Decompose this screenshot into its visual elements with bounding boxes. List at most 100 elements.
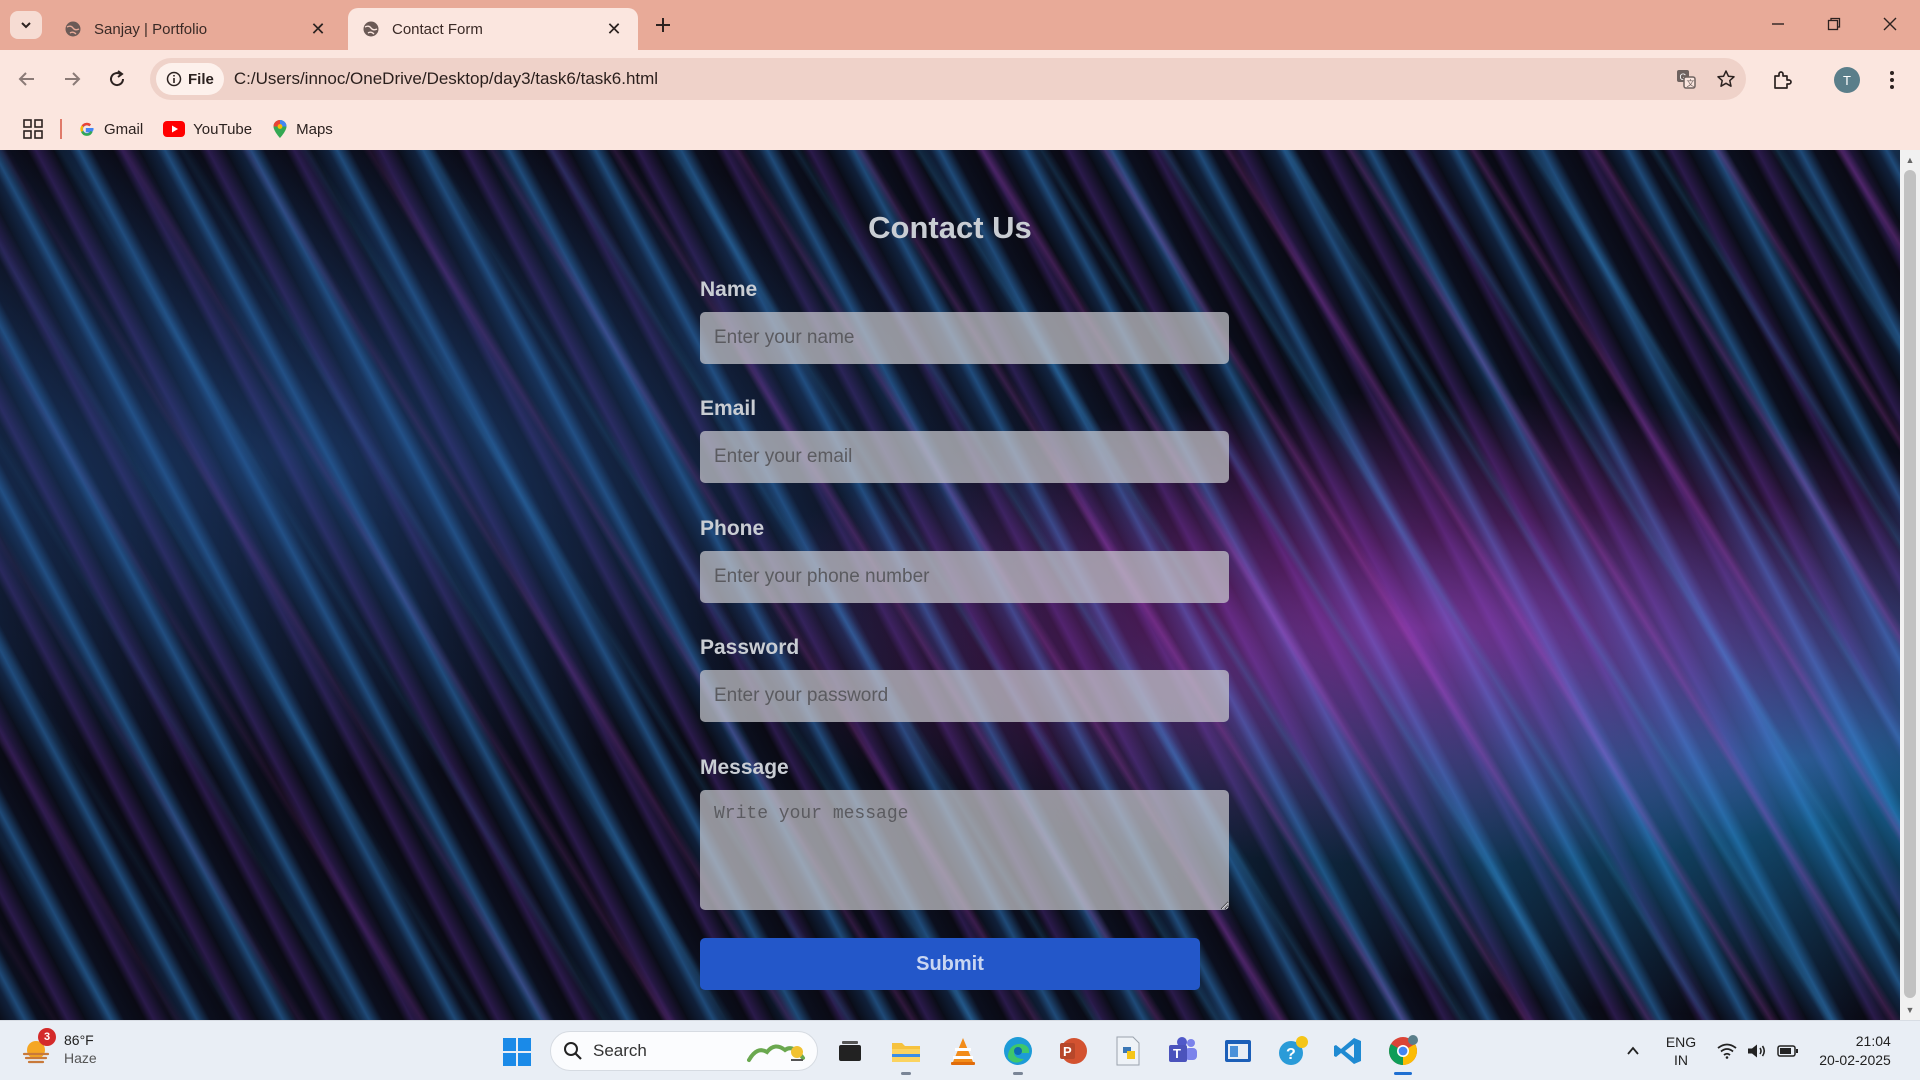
help-tips-icon[interactable]: ? (1275, 1033, 1311, 1069)
bookmark-label: YouTube (193, 120, 253, 138)
vlc-icon[interactable] (945, 1033, 981, 1069)
running-indicator (1013, 1072, 1023, 1075)
tab-title: Sanjay | Portfolio (94, 20, 208, 38)
task-view-icon[interactable] (832, 1033, 868, 1069)
vscode-icon[interactable] (1330, 1033, 1366, 1069)
svg-text:文: 文 (1687, 78, 1695, 88)
tab-search-button[interactable] (10, 11, 42, 39)
avatar: T (1834, 67, 1860, 93)
windows-start-icon[interactable] (502, 1037, 532, 1067)
bookmark-separator (60, 119, 62, 139)
page-background: Contact Us Name Email Phone Password Mes… (0, 150, 1900, 1020)
language-indicator[interactable]: ENG IN (1660, 1021, 1702, 1080)
password-input[interactable] (700, 670, 1229, 722)
puzzle-icon (1774, 71, 1792, 89)
window-app-icon[interactable] (1220, 1033, 1256, 1069)
close-window-button[interactable] (1870, 8, 1910, 40)
star-icon (1717, 70, 1735, 87)
info-icon (166, 71, 182, 87)
phone-label: Phone (700, 517, 765, 540)
taskbar: 3 86°F Haze Search P T ? ENG IN 21:04 20… (0, 1020, 1920, 1080)
clock-date: 20-02-2025 (1819, 1052, 1891, 1068)
message-textarea[interactable] (700, 790, 1229, 910)
svg-text:P: P (1063, 1044, 1072, 1059)
name-input[interactable] (700, 312, 1229, 364)
site-info-chip[interactable]: File (156, 63, 224, 95)
bookmark-star-button[interactable] (1706, 69, 1746, 89)
bookmark-gmail[interactable]: Gmail (78, 120, 143, 138)
region-code: IN (1674, 1052, 1688, 1068)
address-bar[interactable]: File C:/Users/innoc/OneDrive/Desktop/day… (150, 58, 1746, 100)
page-scrollbar[interactable]: ▲ ▼ (1900, 150, 1920, 1020)
url-text[interactable]: C:/Users/innoc/OneDrive/Desktop/day3/tas… (234, 69, 1666, 89)
globe-icon (65, 21, 81, 37)
apps-grid-icon[interactable] (22, 118, 44, 140)
phone-input[interactable] (700, 551, 1229, 603)
taskbar-search[interactable]: Search (550, 1031, 818, 1071)
restore-button[interactable] (1814, 8, 1854, 40)
arrow-right-icon (65, 72, 81, 86)
scroll-up-arrow[interactable]: ▲ (1900, 152, 1920, 168)
minimize-button[interactable] (1758, 8, 1798, 40)
browser-toolbar: File C:/Users/innoc/OneDrive/Desktop/day… (0, 50, 1920, 108)
submit-button[interactable]: Submit (700, 938, 1200, 990)
weather-temp: 86°F (64, 1032, 94, 1048)
chrome-icon[interactable] (1385, 1033, 1421, 1075)
weather-badge: 3 (38, 1028, 56, 1046)
site-info-label: File (188, 70, 214, 88)
search-highlight-icon (747, 1044, 805, 1062)
search-label: Search (593, 1041, 647, 1060)
tab-title: Contact Form (392, 20, 483, 38)
wifi-icon[interactable] (1714, 1021, 1740, 1080)
scroll-thumb[interactable] (1904, 170, 1916, 998)
extensions-button[interactable] (1766, 64, 1798, 96)
teams-icon[interactable]: T (1165, 1033, 1201, 1069)
close-icon (1883, 17, 1897, 31)
restore-icon (1827, 17, 1841, 31)
close-icon[interactable]: ✕ (308, 19, 328, 40)
minimize-icon (1772, 23, 1784, 25)
new-tab-button[interactable] (648, 10, 678, 40)
maps-icon (273, 120, 287, 138)
back-button[interactable] (12, 64, 42, 94)
bookmark-label: Maps (296, 120, 333, 138)
email-input[interactable] (700, 431, 1229, 483)
translate-icon: G文 (1677, 70, 1696, 89)
python-file-icon[interactable] (1110, 1033, 1146, 1069)
message-label: Message (700, 756, 789, 779)
email-label: Email (700, 397, 757, 420)
scroll-down-arrow[interactable]: ▼ (1900, 1002, 1920, 1018)
language-code: ENG (1665, 1034, 1697, 1050)
bookmark-maps[interactable]: Maps (272, 119, 333, 139)
clock[interactable]: 21:04 20-02-2025 (1810, 1021, 1900, 1080)
arrow-left-icon (18, 72, 34, 86)
file-explorer-icon[interactable] (888, 1033, 924, 1075)
bookmarks-bar: Gmail YouTube Maps (0, 108, 1920, 150)
svg-text:?: ? (1286, 1046, 1296, 1063)
weather-widget[interactable]: 3 86°F Haze (20, 1028, 97, 1067)
profile-button[interactable]: T (1831, 64, 1863, 96)
close-icon[interactable]: ✕ (604, 19, 624, 40)
weather-condition: Haze (64, 1050, 97, 1066)
show-hidden-icons-button[interactable] (1618, 1021, 1648, 1080)
menu-button[interactable] (1876, 64, 1908, 96)
running-indicator (1394, 1072, 1412, 1075)
volume-icon[interactable] (1744, 1021, 1770, 1080)
edge-browser-icon[interactable] (1000, 1033, 1036, 1075)
chevron-up-icon (1627, 1046, 1639, 1055)
plus-icon (656, 18, 670, 32)
more-vertical-icon (1890, 71, 1894, 89)
forward-button[interactable] (57, 64, 87, 94)
bookmark-youtube[interactable]: YouTube (163, 121, 252, 138)
bookmark-label: Gmail (104, 120, 144, 138)
password-label: Password (700, 636, 800, 659)
powerpoint-icon[interactable]: P (1055, 1033, 1091, 1069)
battery-icon[interactable] (1774, 1021, 1802, 1080)
youtube-icon (163, 121, 186, 137)
tab-strip: Sanjay | Portfolio ✕ Contact Form ✕ (0, 0, 1920, 50)
tab-contact-form[interactable]: Contact Form ✕ (348, 8, 638, 50)
translate-button[interactable]: G文 (1666, 68, 1706, 90)
reload-button[interactable] (102, 64, 132, 94)
clock-time: 21:04 (1855, 1033, 1891, 1049)
tab-portfolio[interactable]: Sanjay | Portfolio ✕ (50, 8, 342, 50)
